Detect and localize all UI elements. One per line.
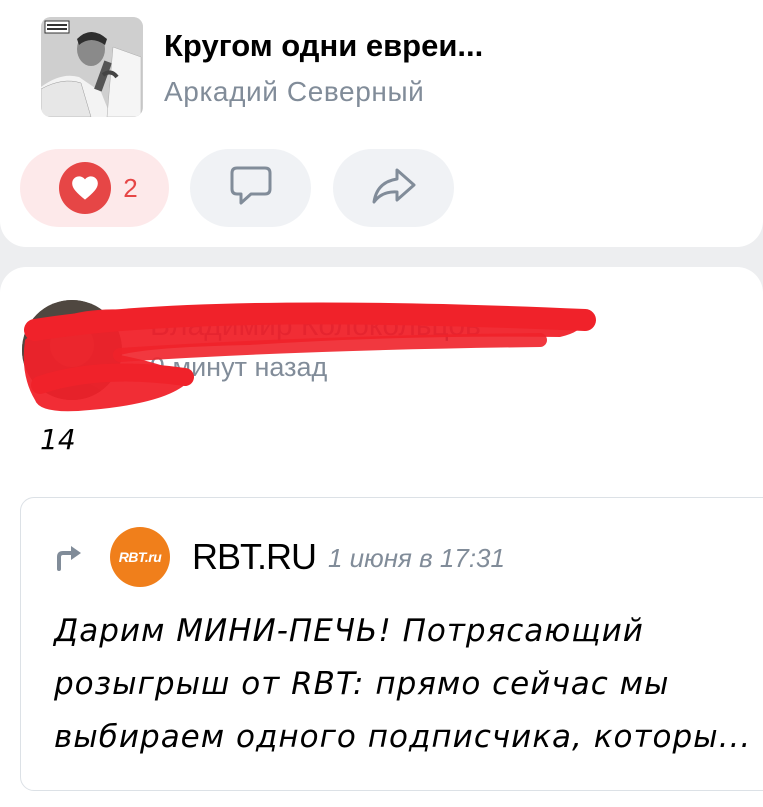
share-button[interactable]	[333, 149, 454, 227]
track-artist[interactable]: Аркадий Северный	[164, 76, 424, 108]
track-card: Кругом одни евреи... Аркадий Северный 2	[0, 0, 763, 247]
group-name[interactable]: RBT.RU	[192, 536, 317, 578]
album-cover[interactable]	[41, 17, 143, 117]
comment-icon	[229, 165, 273, 212]
heart-icon	[59, 162, 112, 214]
comment-text: 14	[40, 423, 76, 456]
repost-arrow-icon	[55, 543, 85, 571]
share-arrow-icon	[370, 166, 418, 211]
like-button[interactable]: 2	[20, 149, 169, 227]
post-text[interactable]: Дарим МИНИ-ПЕЧЬ! Потрясающий розыгрыш от…	[54, 605, 759, 764]
comment-author-avatar[interactable]	[22, 300, 122, 400]
comment-time: 9 минут назад	[150, 352, 328, 382]
group-logo[interactable]: RBT.ru	[110, 527, 170, 587]
post-date: 1 июня в 17:31	[328, 543, 505, 573]
like-count: 2	[123, 172, 138, 203]
comment-author-name[interactable]: Владимир Колокольцов	[150, 309, 481, 343]
track-title[interactable]: Кругом одни евреи...	[164, 28, 483, 64]
comment-button[interactable]	[190, 149, 311, 227]
